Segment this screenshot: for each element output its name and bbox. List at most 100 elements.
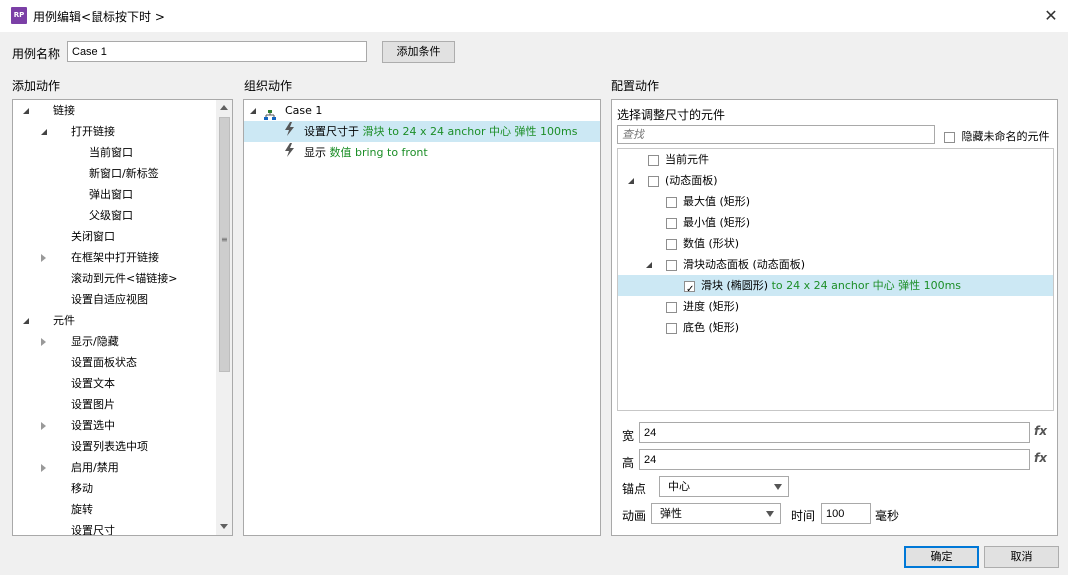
widget-checkbox[interactable] xyxy=(666,259,677,271)
add-action-label: 设置自适应视图 xyxy=(71,293,148,306)
add-action-item[interactable]: 元件 xyxy=(23,310,75,331)
widget-tree-row[interactable]: 当前元件 xyxy=(618,149,1053,170)
widget-tree-row[interactable]: (动态面板) xyxy=(618,170,1053,191)
widget-tree-row[interactable]: 进度 (矩形) xyxy=(618,296,1053,317)
add-action-item[interactable]: 父级窗口 xyxy=(59,205,133,226)
hide-unnamed-checkbox[interactable] xyxy=(944,131,955,143)
widget-tree-row[interactable]: 底色 (矩形) xyxy=(618,317,1053,338)
collapsed-icon[interactable] xyxy=(41,331,57,352)
window-title: 用例编辑<鼠标按下时 > xyxy=(33,10,165,24)
add-action-label: 设置选中 xyxy=(71,419,115,432)
add-action-item[interactable]: 设置尺寸 xyxy=(41,520,115,535)
add-action-item[interactable]: 设置图片 xyxy=(41,394,115,415)
add-action-item[interactable]: 在框架中打开链接 xyxy=(41,247,159,268)
widget-tree-row[interactable]: 最小值 (矩形) xyxy=(618,212,1053,233)
expanded-icon[interactable] xyxy=(23,100,39,121)
add-action-label: 滚动到元件<锚链接> xyxy=(71,272,178,285)
time-input[interactable] xyxy=(821,503,871,524)
widget-tree-row[interactable]: 滑块动态面板 (动态面板) xyxy=(618,254,1053,275)
chevron-down-icon xyxy=(774,484,782,490)
add-action-item[interactable]: 滚动到元件<锚链接> xyxy=(41,268,177,289)
widget-checkbox[interactable] xyxy=(666,322,677,334)
add-action-item[interactable]: 打开链接 xyxy=(41,121,115,142)
add-action-label: 旋转 xyxy=(71,503,93,516)
close-button[interactable]: ✕ xyxy=(1036,2,1066,30)
add-action-item[interactable]: 显示/隐藏 xyxy=(41,331,119,352)
widget-search-input[interactable] xyxy=(617,125,935,144)
height-input[interactable] xyxy=(639,449,1030,470)
configure-action-title: 配置动作 xyxy=(611,79,660,93)
case-tree-icon xyxy=(263,106,276,120)
organize-action-title: 组织动作 xyxy=(244,79,293,93)
expanded-icon[interactable] xyxy=(628,170,644,191)
collapsed-icon[interactable] xyxy=(41,415,57,436)
hide-unnamed-label: 隐藏未命名的元件 xyxy=(961,130,1050,143)
widget-label: 底色 (矩形) xyxy=(683,321,740,334)
anchor-select[interactable]: 中心 xyxy=(659,476,789,497)
widget-label: 数值 (形状) xyxy=(683,237,740,250)
add-action-item[interactable]: 设置自适应视图 xyxy=(41,289,148,310)
add-action-tree: 链接 打开链接当前窗口新窗口/新标签 弹出窗口 父级窗口 关闭窗口在框架中打开链接滚动到… xyxy=(12,99,233,536)
height-fx-button[interactable]: fx xyxy=(1034,451,1047,465)
animation-select[interactable]: 弹性 xyxy=(651,503,781,524)
add-action-label: 设置文本 xyxy=(71,377,115,390)
add-action-label: 设置面板状态 xyxy=(71,356,137,369)
close-icon: ✕ xyxy=(1044,6,1058,25)
expanded-icon[interactable] xyxy=(41,121,57,142)
scroll-thumb[interactable] xyxy=(219,117,230,372)
case-name-input[interactable] xyxy=(67,41,367,62)
add-action-item[interactable]: 弹出窗口 xyxy=(59,184,133,205)
hide-unnamed-row[interactable]: 隐藏未命名的元件 xyxy=(944,128,1050,144)
add-action-label: 当前窗口 xyxy=(89,146,133,159)
add-action-item[interactable]: 设置面板状态 xyxy=(41,352,137,373)
widget-tree-row[interactable]: 最大值 (矩形) xyxy=(618,191,1053,212)
add-action-item[interactable]: 设置选中 xyxy=(41,415,115,436)
add-action-item[interactable]: 新窗口/新标签 xyxy=(59,163,159,184)
scroll-down-icon[interactable] xyxy=(220,524,228,529)
action-row[interactable]: 设置尺寸于 滑块 to 24 x 24 anchor 中心 弹性 100ms xyxy=(244,121,600,142)
height-label: 高 xyxy=(622,456,635,470)
expanded-icon[interactable] xyxy=(646,254,662,275)
widget-checkbox[interactable] xyxy=(666,238,677,250)
width-input[interactable] xyxy=(639,422,1030,443)
case-node[interactable]: Case 1 xyxy=(250,100,322,121)
ok-button[interactable]: 确定 xyxy=(904,546,979,568)
add-action-item[interactable]: 设置文本 xyxy=(41,373,115,394)
widget-label: 最大值 (矩形) xyxy=(683,195,751,208)
widget-checkbox[interactable] xyxy=(648,154,659,166)
collapsed-icon[interactable] xyxy=(41,247,57,268)
action-row[interactable]: 显示 数值 bring to front xyxy=(244,142,600,163)
add-action-item[interactable]: 设置列表选中项 xyxy=(41,436,148,457)
widget-checkbox[interactable] xyxy=(648,175,659,187)
widget-checkbox[interactable] xyxy=(666,217,677,229)
widget-tree-row[interactable]: 滑块 (椭圆形) to 24 x 24 anchor 中心 弹性 100ms xyxy=(618,275,1053,300)
widget-detail: to 24 x 24 anchor 中心 弹性 100ms xyxy=(771,279,962,292)
add-action-scrollbar[interactable]: ≡ xyxy=(216,100,232,535)
add-condition-button[interactable]: 添加条件 xyxy=(382,41,455,63)
widget-checkbox[interactable] xyxy=(666,301,677,313)
cancel-button[interactable]: 取消 xyxy=(984,546,1059,568)
expanded-icon[interactable] xyxy=(23,310,39,331)
time-label: 时间 xyxy=(791,509,816,523)
widget-label: 当前元件 xyxy=(665,153,709,166)
add-action-item[interactable]: 关闭窗口 xyxy=(41,226,115,247)
widget-checkbox[interactable] xyxy=(684,279,695,300)
widget-tree-row[interactable]: 数值 (形状) xyxy=(618,233,1053,254)
anchor-label: 锚点 xyxy=(622,482,647,496)
lightning-icon xyxy=(284,121,296,143)
add-action-item[interactable]: 旋转 xyxy=(41,499,93,520)
add-action-item[interactable]: 当前窗口 xyxy=(59,142,133,163)
widget-checkbox[interactable] xyxy=(666,196,677,208)
action-detail: 滑块 to 24 x 24 anchor 中心 弹性 100ms xyxy=(362,125,578,138)
add-action-item[interactable]: 移动 xyxy=(41,478,93,499)
add-action-item[interactable]: 链接 xyxy=(23,100,75,121)
case-label: Case 1 xyxy=(285,104,323,117)
expanded-icon[interactable] xyxy=(250,108,256,114)
add-action-label: 元件 xyxy=(53,314,75,327)
add-action-item[interactable]: 启用/禁用 xyxy=(41,457,119,478)
width-fx-button[interactable]: fx xyxy=(1034,424,1047,438)
collapsed-icon[interactable] xyxy=(41,457,57,478)
scroll-up-icon[interactable] xyxy=(220,105,228,110)
add-action-label: 在框架中打开链接 xyxy=(71,251,159,264)
add-action-label: 启用/禁用 xyxy=(71,461,119,474)
